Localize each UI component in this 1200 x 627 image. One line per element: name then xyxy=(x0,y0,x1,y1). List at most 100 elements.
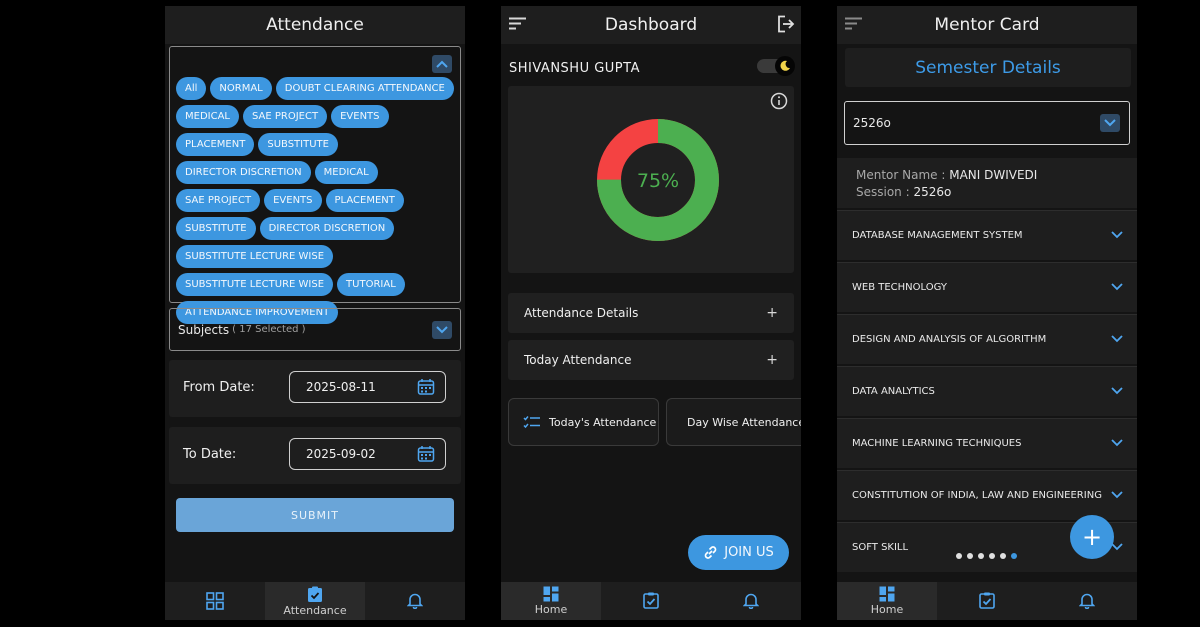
filter-chip[interactable]: DIRECTOR DISCRETION xyxy=(259,217,395,240)
to-date-row: To Date: 2025-09-02 xyxy=(169,427,461,484)
page-dot xyxy=(967,553,973,559)
nav-notifications[interactable] xyxy=(365,582,465,620)
add-button[interactable]: + xyxy=(1070,515,1114,559)
nav-attendance[interactable]: Attendance xyxy=(265,582,365,620)
mentor-info: Mentor Name : MANI DWIVEDI Session : 252… xyxy=(837,158,1137,208)
nav-home-label: Home xyxy=(870,603,904,616)
logout-icon[interactable] xyxy=(777,15,795,33)
subject-row[interactable]: DESIGN AND ANALYSIS OF ALGORITHM xyxy=(837,314,1137,364)
subject-row[interactable]: DATA ANALYTICS xyxy=(837,366,1137,416)
filter-chip[interactable]: SUBSTITUTE xyxy=(258,133,338,156)
home-grid-icon xyxy=(543,586,559,602)
subject-name: DESIGN AND ANALYSIS OF ALGORITHM xyxy=(852,334,1047,345)
filter-chip[interactable]: SUBSTITUTE xyxy=(176,217,256,240)
semester-select-value: 2526o xyxy=(853,116,891,130)
filter-chip[interactable]: MEDICAL xyxy=(314,161,378,184)
nav-attendance[interactable] xyxy=(937,582,1037,620)
subjects-label: Subjects xyxy=(178,322,230,337)
nav-home-label: Home xyxy=(534,603,568,616)
clipboard-check-icon xyxy=(979,592,995,609)
subject-name: CONSTITUTION OF INDIA, LAW AND ENGINEERI… xyxy=(852,490,1102,501)
attendance-percent-label: 75% xyxy=(637,170,679,192)
submit-button[interactable]: SUBMIT xyxy=(176,498,454,532)
filter-chip[interactable]: PLACEMENT xyxy=(176,133,255,156)
nav-home[interactable]: Home xyxy=(501,582,601,620)
nav-dashboard[interactable] xyxy=(165,582,265,620)
home-grid-icon xyxy=(879,586,895,602)
subjects-dropdown-button[interactable] xyxy=(432,321,452,339)
filter-chip[interactable]: NORMAL xyxy=(210,77,272,100)
filter-chip[interactable]: DIRECTOR DISCRETION xyxy=(176,161,311,184)
dashboard-grid-icon xyxy=(206,591,224,610)
bottom-nav: Home xyxy=(837,582,1137,620)
todays-attendance-button[interactable]: Today's Attendance xyxy=(508,398,659,446)
filter-chip-list: All NORMAL DOUBT CLEARING ATTENDANCE MEDICA… xyxy=(176,77,458,324)
nav-attendance[interactable] xyxy=(601,582,701,620)
filter-chip[interactable]: SUBSTITUTE LECTURE WISE xyxy=(176,245,334,268)
dashboard-screen: Dashboard SHIVANSHU GUPTA 75% Attendance… xyxy=(501,6,801,620)
from-date-label: From Date: xyxy=(183,380,255,395)
chevron-down-icon xyxy=(1111,387,1123,395)
filter-chip[interactable]: SUBSTITUTE LECTURE WISE xyxy=(176,273,334,296)
page-title: Dashboard xyxy=(604,15,698,35)
subject-name: DATA ANALYTICS xyxy=(852,386,935,397)
menu-icon[interactable] xyxy=(845,17,862,30)
day-wise-attendance-label: Day Wise Attendance xyxy=(687,415,801,429)
to-date-label: To Date: xyxy=(183,447,237,462)
chevron-down-icon xyxy=(1111,283,1123,291)
expand-plus-icon: + xyxy=(766,352,778,368)
nav-notifications[interactable] xyxy=(1037,582,1137,620)
filter-chip[interactable]: MEDICAL xyxy=(176,105,239,128)
link-icon xyxy=(704,546,717,559)
accordion-label: Attendance Details xyxy=(524,306,639,320)
semester-select[interactable]: 2526o xyxy=(844,101,1130,145)
filter-chip[interactable]: SAE PROJECT xyxy=(176,189,261,212)
expand-plus-icon: + xyxy=(766,305,778,321)
today-attendance-accordion[interactable]: Today Attendance + xyxy=(508,340,794,380)
filter-chip[interactable]: PLACEMENT xyxy=(325,189,404,212)
subjects-dropdown[interactable]: Subjects ( 17 Selected ) xyxy=(169,308,461,351)
chevron-down-icon xyxy=(1111,231,1123,239)
bell-icon xyxy=(743,593,759,609)
bottom-nav: Home xyxy=(501,582,801,620)
from-date-field[interactable]: 2025-08-11 xyxy=(289,371,446,403)
filter-chip[interactable]: EVENTS xyxy=(331,105,389,128)
filter-chip[interactable]: All xyxy=(176,77,207,100)
filter-chip[interactable]: SAE PROJECT xyxy=(243,105,328,128)
bell-icon xyxy=(407,593,423,609)
filter-chip[interactable]: TUTORIAL xyxy=(337,273,405,296)
from-date-value: 2025-08-11 xyxy=(306,380,376,394)
mentor-name-key: Mentor Name : xyxy=(856,168,950,182)
attendance-donut-chart: 75% xyxy=(597,119,719,241)
attendance-details-accordion[interactable]: Attendance Details + xyxy=(508,293,794,333)
menu-icon[interactable] xyxy=(509,17,526,30)
bell-icon xyxy=(1079,593,1095,609)
subject-row[interactable]: WEB TECHNOLOGY xyxy=(837,262,1137,312)
chevron-down-icon xyxy=(436,326,448,334)
filter-chip[interactable]: DOUBT CLEARING ATTENDANCE xyxy=(275,77,454,100)
filter-chip[interactable]: EVENTS xyxy=(264,189,322,212)
checklist-icon xyxy=(523,415,540,428)
chevron-down-icon xyxy=(1104,119,1116,127)
nav-home[interactable]: Home xyxy=(837,582,937,620)
chevron-down-icon xyxy=(1111,439,1123,447)
user-name: SHIVANSHU GUPTA xyxy=(509,61,640,76)
attendance-header: Attendance xyxy=(165,6,465,44)
to-date-field[interactable]: 2025-09-02 xyxy=(289,438,446,470)
semester-dropdown-button[interactable] xyxy=(1100,114,1120,132)
collapse-filter-button[interactable] xyxy=(432,55,452,73)
subject-row[interactable]: DATABASE MANAGEMENT SYSTEM xyxy=(837,210,1137,260)
subject-row[interactable]: CONSTITUTION OF INDIA, LAW AND ENGINEERI… xyxy=(837,470,1137,520)
mentor-card-screen: Mentor Card Semester Details 2526o Mento… xyxy=(837,6,1137,620)
dark-mode-toggle[interactable] xyxy=(757,56,795,76)
chevron-up-icon xyxy=(436,60,448,68)
subject-row[interactable]: MACHINE LEARNING TECHNIQUES xyxy=(837,418,1137,468)
clipboard-check-icon xyxy=(308,586,322,602)
calendar-icon[interactable] xyxy=(417,378,435,396)
calendar-icon[interactable] xyxy=(417,445,435,463)
page-dot xyxy=(989,553,995,559)
join-us-button[interactable]: JOIN US xyxy=(688,535,789,570)
day-wise-attendance-button[interactable]: Day Wise Attendance xyxy=(666,398,801,446)
page-dot-active xyxy=(1011,553,1017,559)
nav-notifications[interactable] xyxy=(701,582,801,620)
